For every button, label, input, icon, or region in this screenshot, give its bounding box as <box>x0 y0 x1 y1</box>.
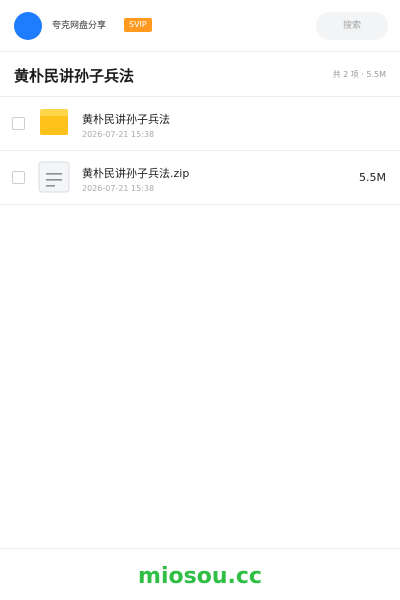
folder-icon <box>40 109 68 135</box>
folder-summary: 共 2 项 · 5.5M <box>332 70 386 79</box>
search-input[interactable]: 搜索 <box>316 12 388 40</box>
page-title: 黄朴民讲孙子兵法 <box>14 67 135 85</box>
file-row[interactable]: 黄朴民讲孙子兵法.zip 2026-07-21 15:38 5.5M <box>0 151 400 205</box>
share-username: 夸克网盘分享 <box>52 21 107 31</box>
file-name[interactable]: 黄朴民讲孙子兵法.zip <box>82 167 189 181</box>
footer: miosou.cc <box>0 548 400 600</box>
file-name[interactable]: 黄朴民讲孙子兵法 <box>82 113 170 127</box>
top-bar: 夸克网盘分享 SVIP 搜索 <box>0 0 400 52</box>
row-checkbox[interactable] <box>12 117 25 130</box>
folder-header: 黄朴民讲孙子兵法 共 2 项 · 5.5M <box>0 53 400 97</box>
file-date: 2026-07-21 15:38 <box>82 130 155 139</box>
file-row[interactable]: 黄朴民讲孙子兵法 2026-07-21 15:38 <box>0 97 400 151</box>
row-checkbox[interactable] <box>12 171 25 184</box>
file-date: 2026-07-21 15:38 <box>82 184 155 193</box>
document-icon <box>38 161 70 193</box>
file-size: 5.5M <box>359 171 386 184</box>
avatar[interactable] <box>14 12 42 40</box>
search-placeholder: 搜索 <box>342 21 361 31</box>
svip-badge: SVIP <box>124 18 152 32</box>
site-watermark: miosou.cc <box>138 564 262 589</box>
